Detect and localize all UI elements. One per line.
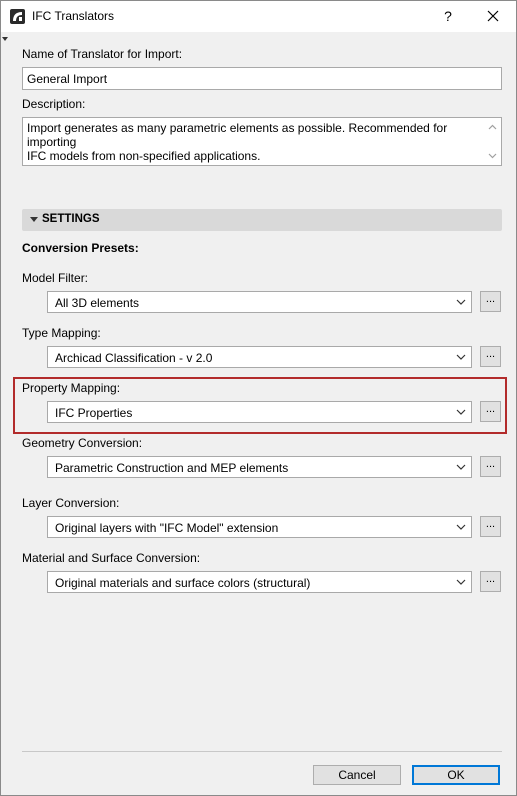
triangle-down-icon [30,217,38,222]
model-filter-select[interactable]: All 3D elements [47,291,472,313]
layer-conversion-select[interactable]: Original layers with "IFC Model" extensi… [47,516,472,538]
chevron-down-icon [456,464,466,470]
translator-name-input[interactable]: General Import [22,67,502,90]
property-mapping-label: Property Mapping: [22,381,121,395]
window-title: IFC Translators [32,9,115,23]
chevron-down-icon [456,299,466,305]
property-mapping-more-button[interactable]: ... [480,401,501,422]
translator-name-label: Name of Translator for Import: [22,47,183,61]
cancel-button[interactable]: Cancel [313,765,401,785]
property-mapping-value: IFC Properties [55,406,133,420]
description-label: Description: [22,97,86,111]
type-mapping-value: Archicad Classification - v 2.0 [55,351,213,365]
ok-button[interactable]: OK [412,765,500,785]
material-conversion-label: Material and Surface Conversion: [22,551,201,565]
help-button[interactable]: ? [432,1,464,32]
geometry-conversion-value: Parametric Construction and MEP elements [55,461,289,475]
material-conversion-value: Original materials and surface colors (s… [55,576,311,590]
geometry-conversion-label: Geometry Conversion: [22,436,143,450]
archicad-app-icon [10,9,25,24]
model-filter-label: Model Filter: [22,271,89,285]
geometry-conversion-select[interactable]: Parametric Construction and MEP elements [47,456,472,478]
settings-header-label: SETTINGS [42,213,100,225]
layer-conversion-more-button[interactable]: ... [480,516,501,537]
layer-conversion-label: Layer Conversion: [22,496,120,510]
material-conversion-select[interactable]: Original materials and surface colors (s… [47,571,472,593]
type-mapping-label: Type Mapping: [22,326,101,340]
geometry-conversion-more-button[interactable]: ... [480,456,501,477]
material-conversion-more-button[interactable]: ... [480,571,501,592]
description-line-2: IFC models from non-specified applicatio… [27,149,261,163]
title-bar[interactable]: IFC Translators ? [1,1,516,32]
layer-conversion-value: Original layers with "IFC Model" extensi… [55,521,279,535]
settings-section-header[interactable]: SETTINGS [22,209,502,231]
ifc-translators-dialog: IFC Translators ? Name of Translator for… [0,0,517,796]
collapse-marker-icon [2,37,8,41]
property-mapping-select[interactable]: IFC Properties [47,401,472,423]
chevron-down-icon [456,524,466,530]
description-scrollbar[interactable] [485,119,500,164]
chevron-down-icon [456,409,466,415]
footer-divider [22,751,502,752]
chevron-down-icon [456,579,466,585]
description-textarea[interactable]: Import generates as many parametric elem… [22,117,502,166]
chevron-down-icon [456,354,466,360]
model-filter-more-button[interactable]: ... [480,291,501,312]
conversion-presets-label: Conversion Presets: [22,241,139,255]
type-mapping-select[interactable]: Archicad Classification - v 2.0 [47,346,472,368]
model-filter-value: All 3D elements [55,296,140,310]
scroll-down-icon[interactable] [488,153,497,159]
scroll-up-icon[interactable] [488,124,497,130]
close-icon[interactable] [477,1,509,32]
description-line-1: Import generates as many parametric elem… [27,121,448,149]
type-mapping-more-button[interactable]: ... [480,346,501,367]
